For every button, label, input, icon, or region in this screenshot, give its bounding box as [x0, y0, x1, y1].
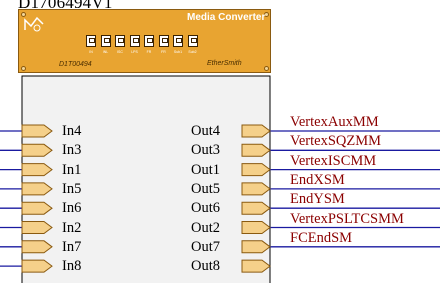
net-label[interactable]: VertexPSLTCSMM: [290, 211, 404, 227]
output-pin-label: Out5: [191, 180, 220, 197]
ethernet-port-icon: [115, 35, 125, 47]
output-pin-label: Out2: [191, 219, 220, 236]
output-pin-label: Out8: [191, 258, 220, 275]
component-image: Media Converter IN INL ISC LPS FR FR Sub1 Sub2 …: [18, 9, 271, 73]
vendor-logo-icon: [24, 16, 44, 32]
input-pin-label: In4: [62, 123, 82, 139]
output-pin-label: Out3: [191, 142, 220, 159]
net-label[interactable]: VertexAuxMM: [290, 114, 379, 130]
net-label[interactable]: VertexSQZMM: [290, 133, 381, 149]
output-pin-label: Out4: [191, 123, 220, 139]
output-pin-label: Out1: [191, 161, 220, 178]
net-label[interactable]: EndXSM: [290, 172, 345, 188]
ethernet-port-icon: [158, 35, 169, 47]
net-label[interactable]: FCEndSM: [290, 230, 352, 246]
brand-text: Media Converter: [187, 12, 266, 23]
ethernet-port-icon: [86, 35, 96, 47]
output-pin-label: Out7: [191, 238, 220, 255]
input-pin-label: In3: [62, 142, 82, 159]
output-pin-label: Out6: [191, 200, 220, 217]
input-pin-label: In7: [62, 238, 82, 255]
component-body[interactable]: [21, 75, 271, 283]
ethernet-port-icon: [129, 35, 140, 47]
input-pin-label: In5: [62, 180, 82, 197]
ethernet-port-icon: [144, 35, 154, 47]
net-label[interactable]: EndYSM: [290, 191, 345, 207]
screw-icon: [264, 66, 269, 71]
vendor-text: EtherSmith: [207, 60, 242, 67]
screw-icon: [21, 66, 26, 71]
input-pin-label: In1: [62, 161, 82, 178]
ethernet-port-icon: [187, 35, 198, 47]
ethernet-port-icon: [173, 35, 183, 47]
input-pin-label: In6: [62, 200, 82, 217]
screw-icon: [21, 12, 26, 17]
input-pin-label: In2: [62, 219, 82, 236]
input-pin-label: In8: [62, 258, 82, 275]
net-label[interactable]: VertexISCMM: [290, 153, 376, 169]
ethernet-port-icon: [100, 35, 111, 47]
model-text: D1T00494: [59, 61, 92, 68]
port-label: Sub2: [188, 50, 197, 54]
